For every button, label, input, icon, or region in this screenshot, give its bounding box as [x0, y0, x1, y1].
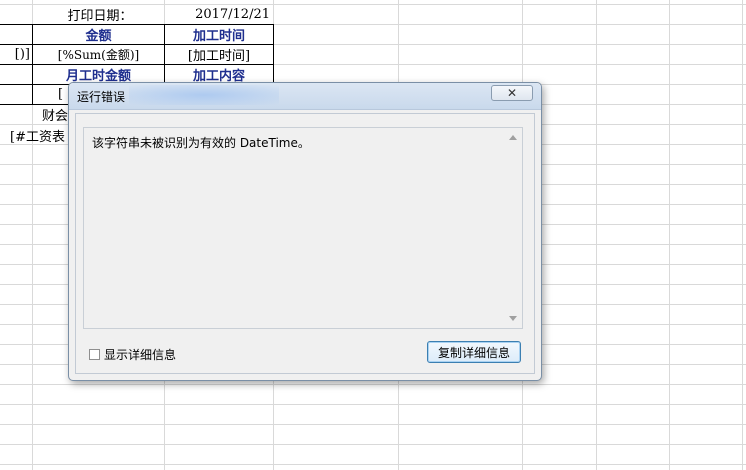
row1-time: [加工时间] [187, 49, 251, 64]
scroll-up-icon[interactable] [509, 135, 517, 140]
print-date-value: 2017/12/21 [195, 6, 270, 22]
show-details-label: 显示详细信息 [104, 348, 177, 362]
row1-left: [)] [14, 47, 30, 62]
header-time: 加工时间 [192, 29, 245, 44]
runtime-error-dialog: 运行错误 ✕ 该字符串未被识别为有效的 DateTime。 显示详细信息 复制详… [68, 82, 542, 381]
dialog-titlebar[interactable]: 运行错误 ✕ [69, 83, 541, 110]
scroll-down-icon[interactable] [509, 316, 517, 321]
error-message-box[interactable]: 该字符串未被识别为有效的 DateTime。 [83, 127, 523, 329]
error-message: 该字符串未被识别为有效的 DateTime。 [92, 136, 310, 150]
row1-amount: [%Sum(金额)] [57, 48, 140, 62]
header-amount: 金额 [85, 29, 112, 44]
show-details-option[interactable]: 显示详细信息 [89, 346, 176, 363]
dialog-title: 运行错误 [77, 90, 126, 104]
print-date-label: 打印日期： [67, 8, 133, 24]
copy-details-button[interactable]: 复制详细信息 [427, 341, 521, 363]
close-button[interactable]: ✕ [491, 85, 533, 101]
show-details-checkbox[interactable] [89, 349, 100, 360]
title-glow [129, 85, 279, 105]
message-scrollbar[interactable] [506, 128, 522, 328]
close-icon: ✕ [506, 86, 518, 100]
